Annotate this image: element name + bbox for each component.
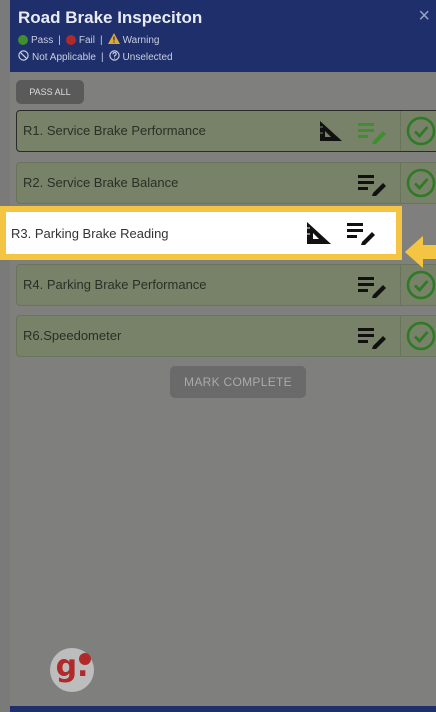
item-label: R3. Parking Brake Reading	[11, 226, 169, 241]
pass-all-button[interactable]: PASS ALL	[16, 80, 84, 104]
legend-line-2: Not Applicable | Unselected	[18, 50, 173, 64]
checklist-item[interactable]: R1. Service Brake Performance	[16, 110, 436, 152]
legend-separator: |	[99, 34, 103, 46]
ruler-icon[interactable]	[318, 119, 344, 148]
checklist-item-highlighted[interactable]: R3. Parking Brake Reading	[0, 206, 402, 260]
pass-icon	[18, 35, 28, 45]
checklist-item[interactable]: R4. Parking Brake Performance	[16, 264, 436, 306]
header: Road Brake Inspeciton × Pass | Fail | Wa…	[10, 0, 436, 72]
item-label: R1. Service Brake Performance	[23, 123, 206, 138]
inspection-panel: Road Brake Inspeciton × Pass | Fail | Wa…	[10, 0, 436, 712]
legend-not-applicable-label: Not Applicable	[32, 51, 96, 63]
not-applicable-icon	[18, 50, 29, 64]
legend-unselected-label: Unselected	[122, 51, 173, 63]
logo-badge-icon	[79, 653, 91, 665]
pass-check-icon[interactable]	[400, 111, 436, 151]
notes-edit-icon[interactable]	[357, 120, 387, 149]
item-label: R2. Service Brake Balance	[23, 175, 179, 190]
legend-line-1: Pass | Fail | Warning	[18, 33, 159, 47]
legend-separator: |	[100, 51, 104, 63]
notes-edit-icon[interactable]	[357, 325, 387, 354]
pass-check-icon[interactable]	[400, 316, 436, 356]
unselected-icon	[108, 50, 120, 64]
checklist-item[interactable]: R6.Speedometer	[16, 315, 436, 357]
bottom-bar	[10, 706, 436, 712]
checklist-item[interactable]: R2. Service Brake Balance	[16, 162, 436, 204]
pointer-arrow-icon	[405, 234, 436, 275]
warning-icon	[107, 33, 120, 47]
notes-edit-icon[interactable]	[357, 274, 387, 303]
notes-edit-icon[interactable]	[357, 172, 387, 201]
legend-pass-label: Pass	[31, 34, 54, 46]
legend-warning-label: Warning	[122, 34, 160, 46]
item-label: R4. Parking Brake Performance	[23, 277, 207, 292]
mark-complete-button[interactable]: MARK COMPLETE	[170, 366, 306, 398]
close-icon[interactable]: ×	[418, 6, 430, 26]
legend-fail-label: Fail	[78, 34, 95, 46]
pass-check-icon[interactable]	[400, 163, 436, 203]
item-label: R6.Speedometer	[23, 328, 122, 343]
notes-edit-icon[interactable]	[346, 220, 376, 251]
legend-separator: |	[58, 34, 61, 46]
ruler-icon[interactable]	[305, 220, 333, 251]
fail-icon	[65, 35, 76, 45]
page-title: Road Brake Inspeciton	[18, 8, 203, 27]
app-logo: g.	[50, 648, 94, 692]
